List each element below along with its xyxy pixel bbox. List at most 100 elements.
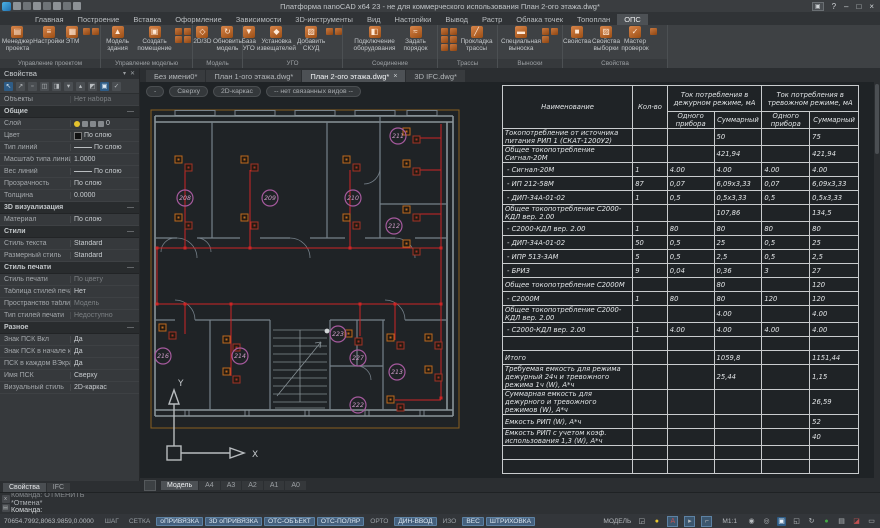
canvas-scrollbar[interactable] [874,82,880,478]
table-cell[interactable] [762,415,810,429]
table-cell-name[interactable]: - С2000-КДЛ вер. 2.00 [503,323,633,337]
status-toggle-0[interactable]: ШАГ [101,517,123,526]
layer-state-icon[interactable] [82,121,88,127]
layout-tab-3[interactable]: A2 [242,481,263,490]
small-tool-icon[interactable] [184,36,191,43]
layout-tab-1[interactable]: A4 [199,481,220,490]
small-tool-icon[interactable] [650,28,657,35]
table-cell[interactable]: 0,5 [667,236,714,250]
ribbon-tab-1[interactable]: Построение [71,14,127,25]
close-panel-icon[interactable]: ✕ [130,70,135,77]
table-cell[interactable]: 0,5 [762,250,810,264]
table-cell-name[interactable]: Токопотребление от источника питания РИП… [503,129,633,146]
table-cell[interactable] [714,390,762,415]
table-cell[interactable]: 40 [810,429,859,446]
table-cell[interactable] [762,390,810,415]
doc-tab-1[interactable]: План 1-ого этажа.dwg* [206,70,301,82]
stairs[interactable] [273,330,327,408]
cursor-mode-icon[interactable]: ▸ [684,516,695,527]
command-line[interactable]: x ▤ Команда: ОТМЕНИТЬ *Отмена* Команда: [0,492,880,514]
layout-tab-4[interactable]: A1 [264,481,285,490]
table-cell[interactable]: 80 [667,292,714,306]
table-cell[interactable]: 50 [633,236,668,250]
orbit-icon[interactable]: ↻ [807,517,816,526]
table-cell-name[interactable]: - Сигнал-20М [503,163,633,177]
properties-tool-icon-2[interactable]: ▫ [28,82,37,91]
property-value[interactable]: Сверху [70,372,139,379]
status-toggle-9[interactable]: ВЕС [462,517,484,526]
table-cell[interactable]: 4.00 [714,323,762,337]
close-button[interactable]: × [869,2,874,11]
table-cell[interactable]: 87 [633,177,668,191]
table-cell[interactable]: 3 [762,264,810,278]
table-cell[interactable]: 134,5 [810,205,859,222]
property-value[interactable]: 1.0000 [70,156,139,163]
small-tool-icon[interactable] [175,28,182,35]
table-cell[interactable]: 9 [633,264,668,278]
properties-tool-icon-5[interactable]: ▾ [64,82,73,91]
table-cell[interactable] [762,146,810,163]
maximize-button[interactable]: □ [856,2,861,11]
table-cell[interactable]: 4.00 [714,163,762,177]
layout-list-icon[interactable] [144,480,156,491]
zoom-extents-icon[interactable]: ◱ [792,517,801,526]
table-cell[interactable] [714,415,762,429]
ribbon-tab-9[interactable]: Растр [475,14,509,25]
ribbon-button-2-1[interactable]: ↻Обновить модель [213,26,242,53]
table-cell[interactable] [633,390,668,415]
table-cell[interactable] [633,306,668,323]
collapse-icon[interactable]: — [127,264,134,271]
collapse-icon[interactable]: — [127,204,134,211]
property-value[interactable]: По слою [70,144,139,151]
model-space-button[interactable]: МОДЕЛЬ [603,518,631,525]
table-cell[interactable]: 80 [714,222,762,236]
app-logo-icon[interactable] [2,2,11,11]
table-cell-name[interactable]: - БРИЗ [503,264,633,278]
table-cell[interactable]: 0,04 [667,264,714,278]
table-cell-name[interactable] [503,446,633,460]
table-cell[interactable]: 120 [810,292,859,306]
table-cell[interactable] [762,429,810,446]
property-value[interactable]: Нет [70,288,139,295]
table-cell[interactable] [667,205,714,222]
wiring[interactable] [157,124,441,400]
table-cell[interactable] [810,337,859,351]
table-cell[interactable] [667,337,714,351]
col-header-name[interactable]: Наименование [503,86,633,129]
save-all-icon[interactable] [43,2,51,10]
layer-state-icon[interactable] [98,121,104,127]
table-cell-name[interactable]: Требуемая емкость для режима дежурный 24… [503,365,633,390]
col-header-qty[interactable]: Кол-во [633,86,668,129]
property-section[interactable]: Разное— [0,322,139,334]
col-header-alarm-one[interactable]: Одного прибора [762,112,810,129]
close-tab-icon[interactable]: × [393,73,397,80]
table-cell[interactable] [633,146,668,163]
table-cell[interactable]: 75 [810,129,859,146]
property-value[interactable]: По слою [70,216,139,223]
small-tool-icon[interactable] [542,28,549,35]
table-cell-name[interactable]: - С2000-КДЛ вер. 2.00 [503,222,633,236]
table-cell[interactable] [633,415,668,429]
layer-on-icon[interactable] [74,121,80,127]
zoom-icon[interactable]: ◎ [762,517,771,526]
table-cell-name[interactable]: - ИП 212-58М [503,177,633,191]
table-cell[interactable] [667,460,714,474]
table-cell[interactable]: 0,5 [762,236,810,250]
table-cell[interactable]: 0,07 [762,177,810,191]
layout-tab-2[interactable]: A3 [221,481,242,490]
table-cell-name[interactable]: Общее токопотребление С2000-КДЛ вер. 2.0… [503,205,633,222]
notifications-icon[interactable]: ◪ [852,517,861,526]
table-cell[interactable]: 1151,44 [810,351,859,365]
table-cell[interactable]: 1 [633,191,668,205]
sheets-icon[interactable]: ▤ [837,517,846,526]
ribbon-tab-11[interactable]: Топоплан [570,14,617,25]
table-cell[interactable]: 1,15 [810,365,859,390]
doc-tab-3[interactable]: 3D IFC.dwg* [406,70,465,82]
table-cell[interactable]: 120 [762,292,810,306]
collapse-icon[interactable]: — [127,108,134,115]
ribbon-tab-10[interactable]: Облака точек [509,14,570,25]
table-cell-name[interactable]: Емкость РИП с учетом коэф. использования… [503,429,633,446]
ribbon-button-6-0[interactable]: ▬Специальная выноска [501,26,541,53]
color-swatch[interactable] [74,132,82,140]
table-cell[interactable]: 25,44 [714,365,762,390]
